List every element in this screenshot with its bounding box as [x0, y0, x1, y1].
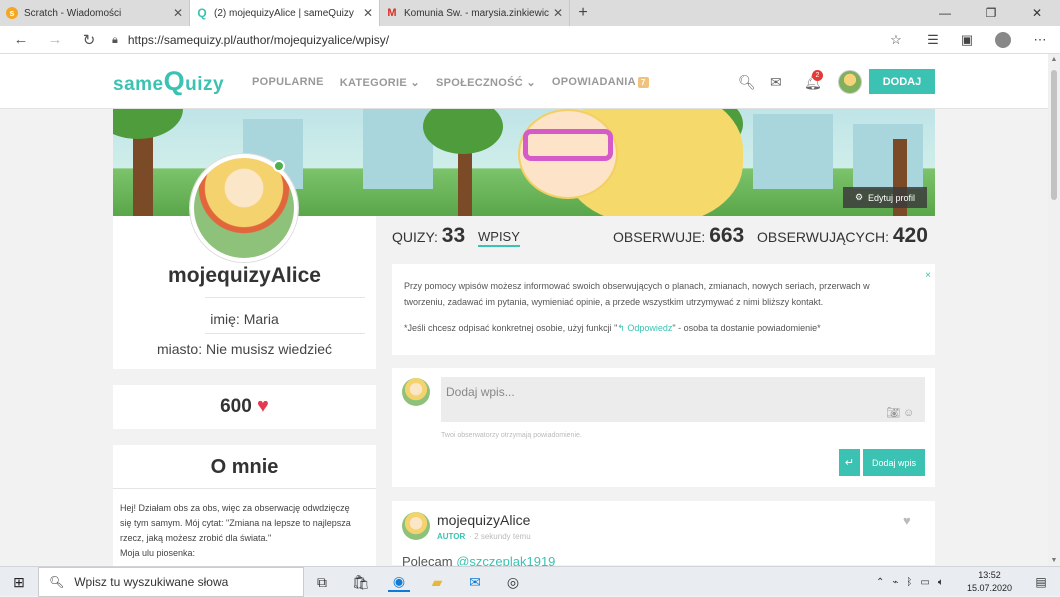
maximize-icon[interactable]: ❐ — [968, 0, 1014, 26]
taskbar-search[interactable]: 🔍︎ Wpisz tu wyszukiwane słowa — [38, 567, 304, 597]
tab-samequizy[interactable]: Q (2) mojequizyAlice | sameQuizy ✕ — [190, 0, 380, 26]
close-tab-icon[interactable]: ✕ — [553, 6, 563, 20]
favorite-star-icon[interactable]: ☆ — [881, 26, 911, 54]
mail-icon[interactable]: ✉ — [770, 74, 782, 91]
more-icon[interactable]: ⋯ — [1025, 26, 1055, 54]
profile-icon[interactable] — [988, 26, 1018, 54]
tab-wpisy[interactable]: WPISY — [478, 229, 520, 247]
chevron-up-icon[interactable]: ⌃ — [876, 577, 884, 588]
avatar[interactable] — [838, 70, 862, 94]
media-app-icon[interactable]: ◎ — [502, 572, 524, 592]
scrollbar[interactable]: ▲ ▼ — [1048, 54, 1060, 566]
browser-tab-bar: s Scratch - Wiadomości ✕ Q (2) mojequizy… — [0, 0, 1060, 26]
address-bar: ← → ↻ 🔒︎ https://samequizy.pl/author/moj… — [0, 26, 1060, 54]
heart-icon[interactable]: ♥ — [903, 513, 911, 528]
forward-icon[interactable]: → — [38, 31, 72, 48]
mail-icon[interactable]: ✉ — [464, 572, 486, 592]
window-controls: — ❐ ✕ — [922, 0, 1060, 26]
samequizy-icon: Q — [197, 6, 207, 20]
back-icon[interactable]: ← — [4, 31, 38, 48]
emoji-icon[interactable]: ☺ — [903, 407, 914, 419]
chevron-down-icon: ⌄ — [526, 77, 536, 89]
stat-obserwuje[interactable]: OBSERWUJE: 663 — [613, 224, 744, 248]
tab-title: Komunia Św. - marysia.zinkiewicz — [404, 7, 549, 19]
tab-scratch[interactable]: s Scratch - Wiadomości ✕ — [0, 0, 190, 26]
about-text: Hej! Działam obs za obs, więc za obserwa… — [120, 503, 351, 558]
avatar — [402, 378, 430, 406]
refresh-icon[interactable]: ↻ — [72, 31, 106, 49]
username: mojequizyAlice — [168, 264, 321, 287]
menu-opowiadania[interactable]: OPOWIADANIA 7 — [552, 76, 649, 89]
file-explorer-icon[interactable]: ▰ — [426, 572, 448, 592]
store-icon[interactable]: 🛍︎ — [350, 572, 372, 592]
reply-link[interactable]: ↰ Odpowiedz — [617, 323, 672, 333]
menu-kategorie[interactable]: KATEGORIE ⌄ — [340, 76, 420, 89]
new-tab-button[interactable]: + — [570, 0, 596, 26]
bluetooth-icon[interactable]: ᛒ — [906, 577, 912, 588]
menu-popularne[interactable]: POPULARNE — [252, 76, 324, 89]
windows-start-icon[interactable]: ⊞ — [0, 567, 38, 597]
profile-stats: QUIZY: 33 WPISY OBSERWUJE: 663 OBSERWUJĄ… — [392, 220, 935, 248]
stat-obserwujacych[interactable]: OBSERWUJĄCYCH: 420 — [757, 224, 928, 248]
stat-quizy[interactable]: QUIZY: 33 — [392, 224, 465, 248]
notification-badge: 2 — [812, 70, 823, 81]
about-title: O mnie — [210, 456, 279, 478]
count-badge: 7 — [637, 77, 649, 88]
system-tray: ⌃ ⌁ ᛒ ▭ 🔈︎ — [876, 567, 944, 597]
chevron-down-icon: ⌄ — [410, 77, 420, 89]
avatar[interactable] — [402, 512, 430, 540]
gear-icon: ⚙ — [854, 192, 864, 202]
submit-post-button[interactable]: Dodaj wpis — [863, 449, 925, 476]
online-status-dot — [273, 160, 285, 172]
name-row: imię: Maria — [210, 311, 279, 327]
hearts-count: 600 ♥ — [220, 395, 269, 417]
url-field[interactable]: 🔒︎ https://samequizy.pl/author/mojequizy… — [112, 29, 912, 51]
notifications-icon[interactable]: ▤ — [1030, 572, 1052, 592]
edit-profile-button[interactable]: ⚙ Edytuj profil — [843, 187, 927, 208]
site-header: sameQuizy POPULARNE KATEGORIE ⌄ SPOŁECZN… — [0, 54, 1048, 109]
close-tab-icon[interactable]: ✕ — [173, 6, 183, 20]
taskbar-clock[interactable]: 13:52 15.07.2020 — [967, 569, 1012, 595]
info-box: × Przy pomocy wpisów możesz informować s… — [392, 264, 935, 355]
scratch-icon: s — [6, 7, 18, 19]
favorites-list-icon[interactable]: ☰ — [918, 26, 948, 54]
main-menu: POPULARNE KATEGORIE ⌄ SPOŁECZNOŚĆ ⌄ OPOW… — [252, 76, 649, 89]
tab-gmail[interactable]: M Komunia Św. - marysia.zinkiewicz ✕ — [380, 0, 570, 26]
menu-spolecznosc[interactable]: SPOŁECZNOŚĆ ⌄ — [436, 76, 536, 89]
post-author[interactable]: mojequizyAlice — [437, 512, 530, 528]
lock-icon: 🔒︎ — [112, 33, 118, 46]
composer-hint: Twoi obserwatorzy otrzymają powiadomieni… — [441, 432, 582, 439]
scroll-up-icon[interactable]: ▲ — [1048, 56, 1060, 63]
tab-title: (2) mojequizyAlice | sameQuizy — [214, 7, 354, 19]
heart-icon: ♥ — [257, 395, 269, 417]
minimize-icon[interactable]: — — [922, 0, 968, 26]
edge-icon[interactable]: ◉ — [388, 572, 410, 592]
task-view-icon[interactable]: ⧉ — [311, 572, 333, 592]
battery-icon[interactable]: ▭ — [920, 577, 929, 588]
gmail-icon: M — [387, 7, 397, 19]
samequizy-logo[interactable]: sameQuizy — [113, 66, 224, 97]
tab-title: Scratch - Wiadomości — [24, 7, 122, 19]
post-input[interactable]: Dodaj wpis... — [441, 377, 925, 422]
close-icon[interactable]: × — [925, 268, 931, 284]
camera-icon[interactable]: 📷︎ ☺ — [886, 406, 914, 419]
scrollbar-thumb[interactable] — [1051, 70, 1057, 200]
network-icon[interactable]: ⌁ — [892, 577, 898, 588]
collections-icon[interactable]: ▣ — [952, 26, 982, 54]
add-button[interactable]: DODAJ — [869, 69, 935, 94]
close-window-icon[interactable]: ✕ — [1014, 0, 1060, 26]
city-row: miasto: Nie musisz wiedzieć — [156, 341, 333, 357]
close-tab-icon[interactable]: ✕ — [363, 6, 373, 20]
scroll-down-icon[interactable]: ▼ — [1048, 557, 1060, 564]
post-meta: AUTOR · 2 sekundy temu — [437, 532, 531, 541]
windows-taskbar: ⊞ 🔍︎ Wpisz tu wyszukiwane słowa ⧉ 🛍︎ ◉ ▰… — [0, 566, 1060, 597]
search-icon: 🔍︎ — [49, 575, 65, 589]
search-icon[interactable]: 🔍︎ — [738, 74, 756, 91]
author-badge: AUTOR — [437, 532, 466, 541]
volume-icon[interactable]: 🔈︎ — [938, 577, 944, 588]
enter-icon[interactable]: ↵ — [839, 449, 860, 476]
url-text: https://samequizy.pl/author/mojequizyali… — [127, 33, 390, 47]
